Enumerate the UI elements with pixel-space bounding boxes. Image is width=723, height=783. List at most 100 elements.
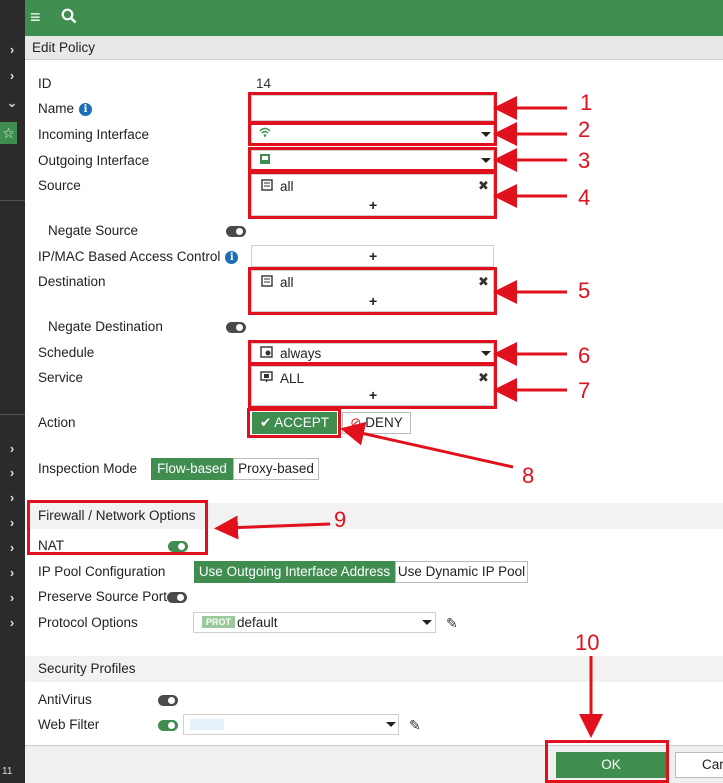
chevron-down-icon <box>481 132 491 137</box>
inspection-mode-label: Inspection Mode <box>38 461 138 476</box>
add-service-button[interactable]: + <box>369 387 377 403</box>
outgoing-interface-select[interactable] <box>251 150 494 170</box>
chevron-down-icon[interactable]: ⌄ <box>3 95 21 111</box>
remove-icon[interactable]: ✖ <box>478 274 489 290</box>
protocol-options-select[interactable]: PROT default <box>193 612 436 633</box>
use-dynamic-ip-pool-button[interactable]: Use Dynamic IP Pool <box>395 561 528 583</box>
negate-destination-label: Negate Destination <box>48 319 163 334</box>
annotation-number-4: 4 <box>578 185 591 210</box>
info-icon[interactable]: i <box>225 251 239 264</box>
chevron-right-icon[interactable]: › <box>3 565 21 580</box>
chevron-right-icon[interactable]: › <box>3 441 21 456</box>
id-value: 14 <box>256 76 272 91</box>
protocol-badge: PROT <box>202 616 236 628</box>
star-icon[interactable]: ☆ <box>0 122 17 144</box>
left-nav-strip: › › ⌄ ☆ › › › › › › › › 11 <box>0 0 25 783</box>
protocol-options-value: default <box>237 615 278 630</box>
ip-pool-label: IP Pool Configuration <box>38 564 166 579</box>
accept-button[interactable]: ✔ ACCEPT <box>252 412 337 434</box>
arrow-8 <box>340 421 514 469</box>
name-input[interactable] <box>251 95 494 121</box>
protocol-options-label: Protocol Options <box>38 615 138 630</box>
chevron-right-icon[interactable]: › <box>3 540 21 555</box>
preserve-source-port-toggle[interactable] <box>167 592 187 603</box>
annotation-number-6: 6 <box>578 343 591 368</box>
service-value: ALL <box>280 371 305 386</box>
antivirus-label: AntiVirus <box>38 692 92 707</box>
chevron-right-icon[interactable]: › <box>3 615 21 630</box>
chevron-right-icon[interactable]: › <box>3 490 21 505</box>
preserve-source-port-label: Preserve Source Port <box>38 589 168 604</box>
chevron-down-icon <box>481 351 491 356</box>
source-value: all <box>280 179 294 194</box>
source-label: Source <box>38 178 81 193</box>
info-icon[interactable]: i <box>79 103 93 116</box>
annotation-number-3: 3 <box>578 148 591 173</box>
network-port-icon <box>259 153 271 168</box>
chevron-right-icon[interactable]: › <box>3 68 21 83</box>
add-destination-button[interactable]: + <box>369 293 377 309</box>
wifi-icon <box>259 126 271 141</box>
page-title: Edit Policy <box>32 40 96 55</box>
search-icon[interactable] <box>61 8 77 29</box>
add-source-button[interactable]: + <box>369 197 377 213</box>
chevron-right-icon[interactable]: › <box>3 515 21 530</box>
incoming-interface-label: Incoming Interface <box>38 127 150 142</box>
outgoing-interface-label: Outgoing Interface <box>38 153 150 168</box>
chevron-right-icon[interactable]: › <box>3 465 21 480</box>
negate-source-label: Negate Source <box>48 223 139 238</box>
nat-toggle[interactable] <box>168 541 188 552</box>
webfilter-label: Web Filter <box>38 717 100 732</box>
schedule-label: Schedule <box>38 345 95 360</box>
flow-based-button[interactable]: Flow-based <box>151 458 233 480</box>
annotation-number-2: 2 <box>578 117 591 142</box>
top-bar: ≡ <box>25 0 723 36</box>
ipmac-label: IP/MAC Based Access Control i <box>38 249 239 264</box>
destination-label: Destination <box>38 274 106 289</box>
edit-pencil-icon[interactable]: ✎ <box>409 717 421 734</box>
address-icon <box>261 275 273 290</box>
ok-button[interactable]: OK <box>556 752 666 778</box>
source-field[interactable]: all ✖ + <box>251 174 494 216</box>
webfilter-select[interactable] <box>183 714 399 735</box>
service-icon <box>260 371 273 386</box>
hamburger-icon[interactable]: ≡ <box>30 7 41 28</box>
id-label: ID <box>38 76 52 91</box>
sidebar-bottom-number: 11 <box>2 766 13 777</box>
webfilter-toggle[interactable] <box>158 720 178 731</box>
negate-source-toggle[interactable] <box>226 226 246 237</box>
security-profiles-title: Security Profiles <box>38 661 136 676</box>
destination-value: all <box>280 275 294 290</box>
negate-destination-toggle[interactable] <box>226 322 246 333</box>
annotation-number-1: 1 <box>580 90 593 115</box>
incoming-interface-select[interactable] <box>251 124 494 144</box>
edit-pencil-icon[interactable]: ✎ <box>446 615 458 632</box>
name-label: Name i <box>38 101 93 116</box>
chevron-down-icon <box>422 620 432 625</box>
chevron-right-icon[interactable]: › <box>3 590 21 605</box>
nat-label: NAT <box>38 538 64 553</box>
service-label: Service <box>38 370 84 385</box>
service-field[interactable]: ALL ✖ + <box>251 366 494 406</box>
chevron-down-icon <box>481 158 491 163</box>
destination-field[interactable]: all ✖ + <box>251 270 494 312</box>
block-icon: ⊘ <box>350 415 362 430</box>
webfilter-badge <box>190 719 224 730</box>
chevron-down-icon <box>386 722 396 727</box>
remove-icon[interactable]: ✖ <box>478 370 489 386</box>
chevron-right-icon[interactable]: › <box>3 42 21 57</box>
use-outgoing-interface-button[interactable]: Use Outgoing Interface Address <box>194 561 395 583</box>
antivirus-toggle[interactable] <box>158 695 178 706</box>
proxy-based-button[interactable]: Proxy-based <box>233 458 319 480</box>
edit-policy-header: Edit Policy <box>25 36 723 60</box>
remove-icon[interactable]: ✖ <box>478 178 489 194</box>
annotation-number-8: 8 <box>522 463 535 488</box>
annotation-number-7: 7 <box>578 378 591 403</box>
schedule-select[interactable]: always <box>251 343 494 363</box>
cancel-button[interactable]: Car <box>675 752 723 778</box>
deny-button[interactable]: ⊘ DENY <box>342 412 411 434</box>
ipmac-field[interactable]: + <box>251 245 494 267</box>
add-ipmac-button[interactable]: + <box>369 248 377 264</box>
firewall-section-title: Firewall / Network Options <box>38 508 196 523</box>
action-label: Action <box>38 415 76 430</box>
